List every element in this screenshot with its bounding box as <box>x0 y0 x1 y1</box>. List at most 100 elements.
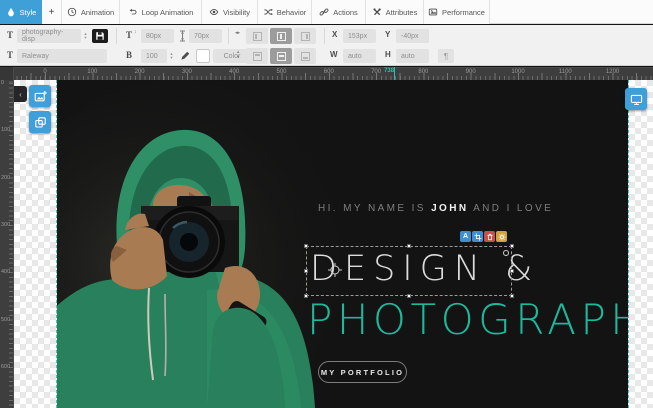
design-editor-window: Style + Animation Loop Animation Visibil… <box>0 0 653 408</box>
tab-add[interactable]: + <box>42 0 62 24</box>
x-position-label: X <box>332 30 337 39</box>
eyedropper-icon <box>180 50 191 61</box>
ruler-corner <box>0 67 14 80</box>
valign-middle-button[interactable] <box>270 48 292 64</box>
valign-bottom-button[interactable] <box>294 48 316 64</box>
save-style-button[interactable] <box>92 29 108 43</box>
ruler-tick-label: 1000 <box>506 69 530 75</box>
text-style-mini-button[interactable]: A <box>460 231 471 242</box>
vertical-ruler[interactable]: 0100200300400500600 <box>0 80 14 408</box>
my-portfolio-button[interactable]: MY PORTFOLIO <box>318 361 407 383</box>
font-weight-label: B <box>126 50 132 60</box>
duplicate-icon <box>34 116 47 129</box>
selection-handle[interactable] <box>304 269 308 273</box>
crop-icon <box>474 233 482 241</box>
height-input[interactable]: auto <box>396 49 429 63</box>
ruler-tick-label: 300 <box>175 69 199 75</box>
loop-icon <box>128 7 138 17</box>
selection-handle[interactable] <box>407 244 411 248</box>
width-input[interactable]: auto <box>343 49 376 63</box>
y-position-input[interactable]: -40px <box>396 29 429 43</box>
tab-attributes[interactable]: Attributes <box>366 0 424 24</box>
design-page[interactable]: HI. MY NAME IS JOHN AND I LOVE A <box>57 80 628 408</box>
paragraph-settings-button[interactable]: ¶ <box>438 49 454 63</box>
font-family-icon: T <box>7 50 13 60</box>
selection-handle[interactable] <box>510 269 514 273</box>
text-style-stepper[interactable]: ▲▼ <box>82 29 89 43</box>
horizontal-ruler[interactable]: 0100200300400500600700800900100011001200 <box>0 67 653 80</box>
selection-handle[interactable] <box>407 294 411 298</box>
vertical-arrows-icon: ▴▾ <box>237 49 239 59</box>
tab-label: Actions <box>333 8 358 17</box>
collapse-panel-button[interactable]: ‹ <box>14 86 27 102</box>
style-toolbar: T photography-disp ▲▼ T↕ 80px 70px ◂▸ X … <box>0 25 653 66</box>
selection-handle[interactable] <box>510 244 514 248</box>
tab-label: + <box>49 7 55 18</box>
selection-handle[interactable] <box>304 244 308 248</box>
save-disk-icon <box>95 31 105 41</box>
add-image-icon <box>34 90 47 103</box>
font-size-input[interactable]: 80px <box>141 29 174 43</box>
height-label: H <box>385 50 391 59</box>
tab-label: Loop Animation <box>142 8 194 17</box>
x-position-input[interactable]: 153px <box>343 29 376 43</box>
move-cursor-icon <box>328 263 342 277</box>
eye-icon <box>209 7 219 17</box>
tab-visibility[interactable]: Visibility <box>202 0 258 24</box>
ruler-tick-label: 600 <box>1 364 10 370</box>
panel-tab-bar: Style + Animation Loop Animation Visibil… <box>0 0 653 24</box>
font-weight-input[interactable]: 100 <box>141 49 167 63</box>
ruler-cursor-line <box>394 67 395 80</box>
tab-loop-animation[interactable]: Loop Animation <box>120 0 202 24</box>
add-image-button[interactable] <box>29 85 51 107</box>
offpage-area-right <box>628 80 653 408</box>
text-style-select[interactable]: photography-disp <box>17 29 81 43</box>
tab-style[interactable]: Style <box>0 0 42 24</box>
tab-label: Behavior <box>277 8 307 17</box>
text-color-swatch[interactable] <box>196 49 210 63</box>
valign-top-button[interactable] <box>246 48 268 64</box>
duplicate-button[interactable] <box>29 111 51 133</box>
intro-prefix: HI. MY NAME IS <box>318 203 431 214</box>
delete-mini-button[interactable] <box>484 231 495 242</box>
ruler-tick-label: 200 <box>1 175 10 181</box>
monitor-icon <box>630 93 643 106</box>
tab-label: Performance <box>442 8 485 17</box>
selection-handle[interactable] <box>510 294 514 298</box>
tab-label: Visibility <box>223 8 250 17</box>
tab-animation[interactable]: Animation <box>62 0 120 24</box>
crop-mini-button[interactable] <box>472 231 483 242</box>
align-right-button[interactable] <box>294 28 316 44</box>
ruler-tick-label: 1200 <box>601 69 625 75</box>
trash-icon <box>486 233 494 241</box>
tab-label: Style <box>20 8 37 17</box>
width-label: W <box>330 50 338 59</box>
ruler-tick-label: 400 <box>1 269 10 275</box>
clock-icon <box>67 7 77 17</box>
align-left-button[interactable] <box>246 28 268 44</box>
ruler-tick-label: 100 <box>1 127 10 133</box>
hero-intro-text[interactable]: HI. MY NAME IS JOHN AND I LOVE <box>318 203 553 214</box>
settings-mini-button[interactable] <box>496 231 507 242</box>
ruler-cursor-label: 738 <box>384 68 394 74</box>
tab-label: Animation <box>81 8 114 17</box>
preview-desktop-button[interactable] <box>625 88 647 110</box>
ink-drop-icon <box>6 7 16 17</box>
tab-behavior[interactable]: Behavior <box>258 0 312 24</box>
tab-performance[interactable]: Performance <box>424 0 490 24</box>
text-style-icon: T <box>7 30 13 40</box>
tab-actions[interactable]: Actions <box>312 0 366 24</box>
line-height-input[interactable]: 70px <box>189 29 222 43</box>
font-family-input[interactable]: Raleway <box>17 49 107 63</box>
ruler-tick-label: 300 <box>1 222 10 228</box>
align-center-button[interactable] <box>270 28 292 44</box>
ruler-tick-label: 0 <box>33 69 57 75</box>
shuffle-arrows-icon <box>263 7 273 17</box>
hero-title-line2[interactable]: PHOTOGRAPHY <box>307 295 628 344</box>
ruler-tick-label: 400 <box>222 69 246 75</box>
selection-handle[interactable] <box>304 294 308 298</box>
gear-icon <box>498 233 506 241</box>
tools-icon <box>372 7 382 17</box>
intro-name: JOHN <box>431 203 468 214</box>
font-weight-stepper[interactable]: ▲▼ <box>168 49 175 63</box>
